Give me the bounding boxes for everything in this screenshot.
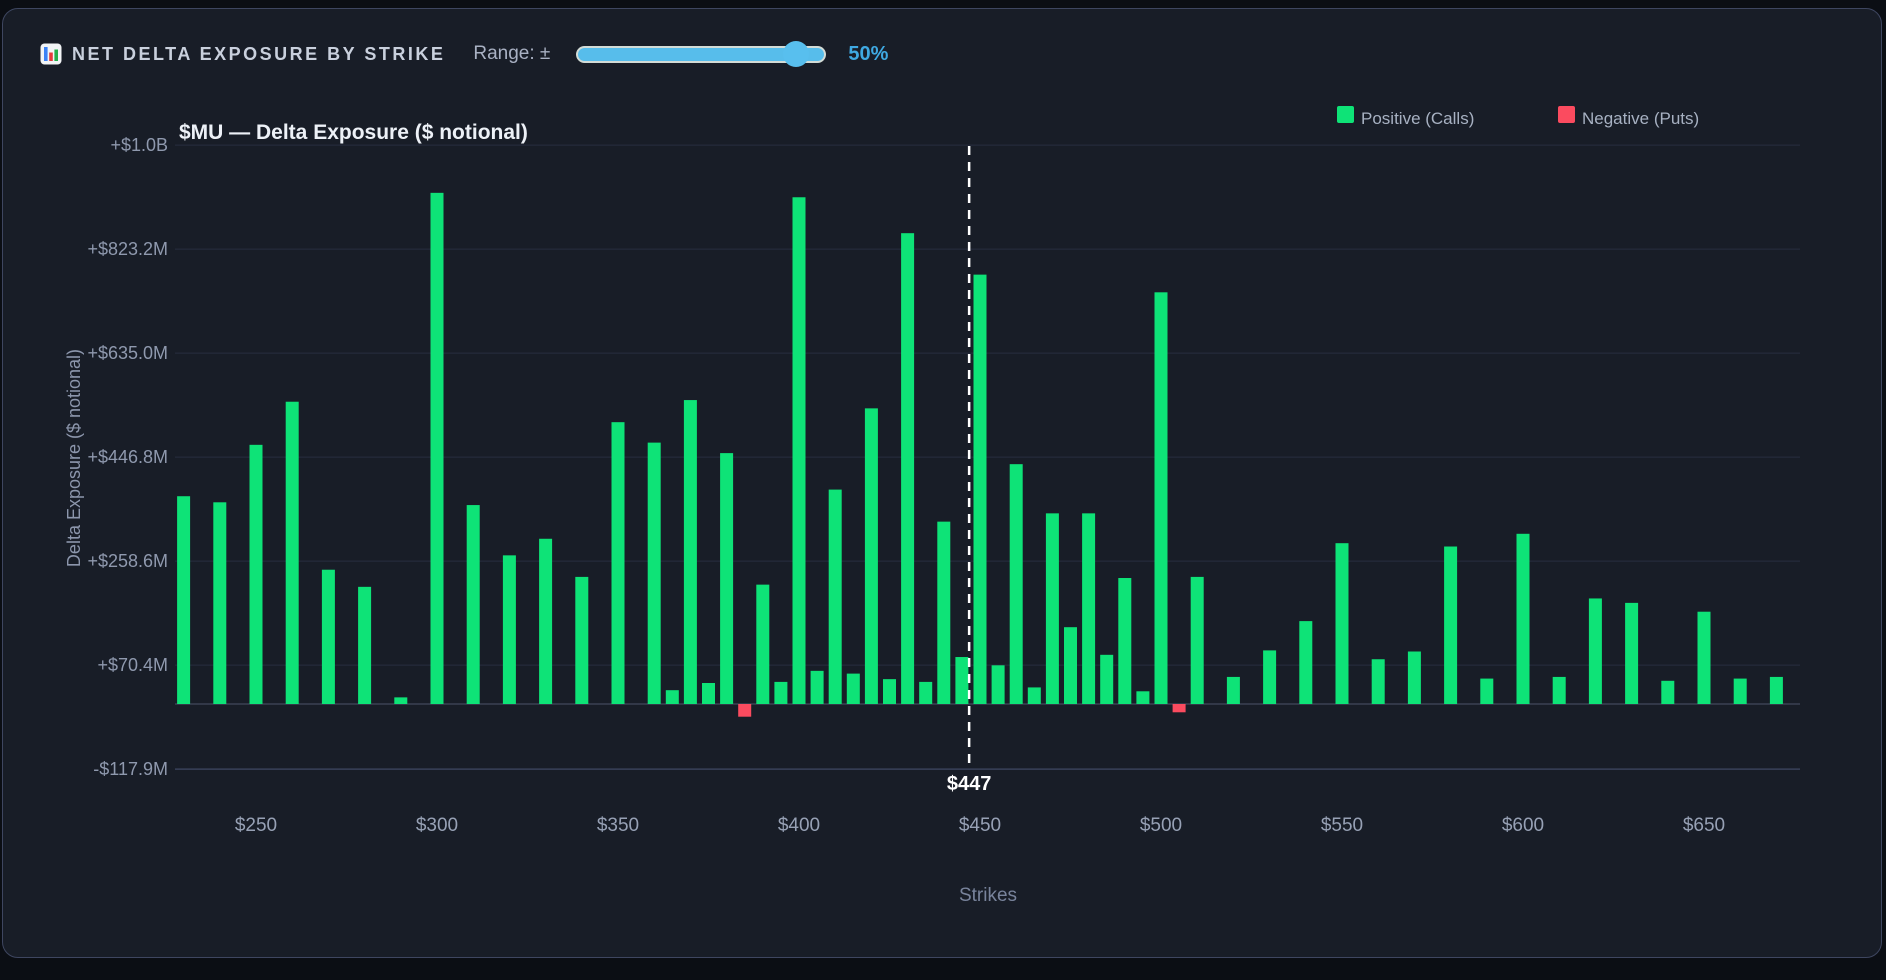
bar-strike-385[interactable] [738, 704, 751, 717]
bar-strike-400[interactable] [793, 197, 806, 704]
bar-strike-380[interactable] [720, 453, 733, 704]
y-tick-label: +$1.0B [110, 135, 168, 155]
bar-strike-420[interactable] [865, 408, 878, 704]
bar-strike-590[interactable] [1480, 679, 1493, 704]
card-header: NET DELTA EXPOSURE BY STRIKE Range: ± 50… [40, 40, 888, 68]
legend-item-negative[interactable]: Negative (Puts) [1558, 106, 1699, 126]
legend-label-negative: Negative (Puts) [1582, 109, 1699, 129]
bar-strike-320[interactable] [503, 555, 516, 704]
bar-strike-495[interactable] [1136, 691, 1149, 704]
dashboard: NET DELTA EXPOSURE BY STRIKE Range: ± 50… [0, 0, 1886, 980]
x-tick-label: $650 [1683, 815, 1725, 836]
bar-strike-540[interactable] [1299, 621, 1312, 704]
bar-strike-485[interactable] [1100, 655, 1113, 704]
bar-strike-415[interactable] [847, 674, 860, 704]
bar-strike-280[interactable] [358, 587, 371, 704]
y-tick-label: +$70.4M [97, 655, 168, 675]
bar-strike-370[interactable] [684, 400, 697, 704]
bar-strike-425[interactable] [883, 679, 896, 704]
bar-strike-270[interactable] [322, 570, 335, 704]
legend-label-positive: Positive (Calls) [1361, 109, 1474, 129]
bar-strike-450[interactable] [974, 275, 987, 704]
bar-strike-395[interactable] [774, 682, 787, 704]
bar-strike-240[interactable] [213, 502, 226, 704]
bar-strike-470[interactable] [1046, 513, 1059, 704]
bar-strike-520[interactable] [1227, 677, 1240, 704]
bar-strike-250[interactable] [250, 445, 263, 704]
bar-chart-icon [40, 43, 62, 65]
bar-strike-570[interactable] [1408, 652, 1421, 704]
y-tick-label: -$117.9M [93, 759, 168, 779]
bar-strike-290[interactable] [394, 697, 407, 704]
x-tick-label: $450 [959, 815, 1001, 836]
range-slider[interactable] [576, 46, 826, 63]
bar-strike-455[interactable] [992, 665, 1005, 704]
delta-exposure-plot[interactable]: -$117.9M +$70.4M +$258.6M +$446.8M +$635.0M +… [0, 0, 1886, 980]
bar-strike-610[interactable] [1553, 677, 1566, 704]
bar-strike-640[interactable] [1661, 681, 1674, 704]
bar-strike-550[interactable] [1336, 543, 1349, 704]
bar-strike-410[interactable] [829, 490, 842, 704]
x-tick-label: $350 [597, 815, 639, 836]
bar-strike-500[interactable] [1155, 292, 1168, 704]
bar-strike-260[interactable] [286, 402, 299, 704]
y-tick-label: +$823.2M [87, 239, 168, 259]
bar-strike-390[interactable] [756, 585, 769, 704]
bar-strike-475[interactable] [1064, 627, 1077, 704]
bar-strike-560[interactable] [1372, 659, 1385, 704]
x-axis-title: Strikes [959, 885, 1017, 906]
bar-strike-435[interactable] [919, 682, 932, 704]
bar-strike-670[interactable] [1770, 677, 1783, 704]
bar-strike-340[interactable] [575, 577, 588, 704]
bar-strike-310[interactable] [467, 505, 480, 704]
bar-strike-375[interactable] [702, 683, 715, 704]
card-title: NET DELTA EXPOSURE BY STRIKE [72, 44, 445, 65]
bar-strike-660[interactable] [1734, 679, 1747, 704]
bar-strike-530[interactable] [1263, 650, 1276, 704]
bar-strike-360[interactable] [648, 443, 661, 704]
bar-strike-405[interactable] [811, 671, 824, 704]
y-tick-label: +$635.0M [87, 343, 168, 363]
y-axis-title: Delta Exposure ($ notional) [64, 349, 84, 567]
bar-strike-505[interactable] [1173, 704, 1186, 712]
range-value: 50% [848, 43, 888, 66]
spot-price-label: $447 [947, 773, 992, 795]
x-tick-label: $250 [235, 815, 277, 836]
bar-strike-365[interactable] [666, 690, 679, 704]
bar-strike-650[interactable] [1698, 612, 1711, 704]
y-tick-label: +$446.8M [87, 447, 168, 467]
bar-strike-230[interactable] [177, 496, 190, 704]
bar-strike-480[interactable] [1082, 513, 1095, 704]
range-slider-thumb[interactable] [783, 41, 809, 67]
bar-strike-460[interactable] [1010, 464, 1023, 704]
bar-strike-330[interactable] [539, 539, 552, 704]
bar-strike-510[interactable] [1191, 577, 1204, 704]
bar-strike-630[interactable] [1625, 603, 1638, 704]
x-tick-label: $500 [1140, 815, 1182, 836]
range-label: Range: ± [473, 43, 550, 65]
legend-item-positive[interactable]: Positive (Calls) [1337, 106, 1474, 126]
y-tick-label: +$258.6M [87, 551, 168, 571]
bar-strike-580[interactable] [1444, 547, 1457, 704]
bar-strike-490[interactable] [1118, 578, 1131, 704]
bar-strike-465[interactable] [1028, 687, 1041, 704]
bar-strike-445[interactable] [955, 657, 968, 704]
bar-strike-440[interactable] [937, 522, 950, 704]
negative-swatch [1558, 106, 1575, 123]
x-tick-label: $400 [778, 815, 820, 836]
x-tick-label: $300 [416, 815, 458, 836]
bar-strike-620[interactable] [1589, 598, 1602, 704]
x-tick-label: $550 [1321, 815, 1363, 836]
bar-strike-430[interactable] [901, 233, 914, 704]
x-tick-label: $600 [1502, 815, 1544, 836]
bar-strike-300[interactable] [431, 193, 444, 704]
chart-title: $MU — Delta Exposure ($ notional) [179, 121, 528, 145]
positive-swatch [1337, 106, 1354, 123]
bar-strike-600[interactable] [1517, 534, 1530, 704]
bar-strike-350[interactable] [612, 422, 625, 704]
